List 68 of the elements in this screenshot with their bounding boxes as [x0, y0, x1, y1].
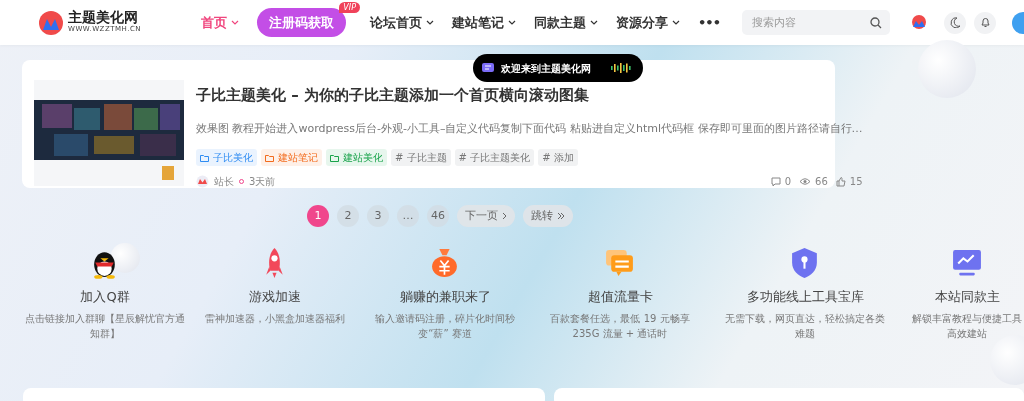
nav-link[interactable]: 建站笔记	[452, 12, 516, 33]
logo-icon	[910, 13, 928, 32]
caret-icon	[426, 20, 434, 25]
page-button[interactable]: 1	[307, 205, 329, 227]
caret-icon	[231, 20, 239, 25]
category-tag[interactable]: 建站笔记	[261, 149, 322, 166]
author-avatar-icon	[196, 175, 209, 188]
bell-icon	[979, 17, 991, 28]
chevron-icon	[502, 212, 507, 220]
author-name[interactable]: 站长	[214, 174, 234, 189]
next-page-button[interactable]: 下一页	[457, 205, 515, 227]
feature-description: 雷神加速器，小黑盒加速器福利	[205, 311, 345, 326]
feature-description: 百款套餐任选，最低 19 元畅享 235G 流量 + 通话时	[549, 311, 691, 341]
more-menu[interactable]: •••	[698, 12, 720, 33]
double-chevron-icon	[557, 212, 565, 220]
nav-link[interactable]: 论坛首页	[370, 12, 434, 33]
search-field[interactable]: 搜索内容	[741, 10, 890, 35]
folder-icon	[265, 153, 274, 162]
comment-icon	[770, 176, 781, 187]
feature-description: 点击链接加入群聊【星辰解忧官方通知群】	[25, 311, 185, 341]
page-button[interactable]: 2	[337, 205, 359, 227]
jump-button[interactable]: 跳转	[523, 205, 573, 227]
nav-link[interactable]: 首页	[201, 12, 239, 33]
folder-icon	[330, 153, 339, 162]
post-title[interactable]: 子比主题美化 – 为你的子比主题添加一个首页横向滚动图集	[196, 84, 863, 107]
caret-icon	[672, 20, 680, 25]
equalizer-icon	[611, 62, 631, 74]
category-tag[interactable]: 子比美化	[196, 149, 257, 166]
search-icon	[869, 17, 882, 29]
feature-title[interactable]: 游戏加速	[249, 287, 301, 307]
user-avatar[interactable]	[1012, 11, 1024, 34]
site-name: 主题美化网	[68, 10, 138, 25]
feature-title[interactable]: 多功能线上工具宝库	[746, 287, 864, 307]
vip-badge: VIP	[339, 1, 360, 14]
feature-title[interactable]: 本站同款主	[934, 287, 1000, 307]
topic-tag[interactable]: # 子比主题美化	[454, 149, 535, 166]
caret-icon	[508, 20, 516, 25]
feature-description: 解锁丰富教程与便捷工具高效建站	[911, 311, 1023, 341]
comment-count: 0	[784, 175, 792, 189]
view-count: 66	[815, 175, 828, 189]
nav-link[interactable]: 资源分享	[616, 12, 680, 33]
logo-icon	[38, 9, 64, 36]
welcome-toast: 欢迎来到主题美化网	[473, 54, 643, 82]
chat-icon	[604, 247, 636, 279]
moon-icon	[949, 17, 961, 28]
page-button[interactable]: …	[397, 205, 419, 227]
like-count: 15	[849, 175, 863, 189]
page-button[interactable]: 3	[367, 205, 389, 227]
chat-bubble-icon	[481, 61, 495, 75]
theme-toggle[interactable]	[944, 11, 966, 34]
page-button[interactable]: 46	[427, 205, 449, 227]
eye-icon	[799, 177, 812, 186]
feature-title[interactable]: 躺赚的兼职来了	[399, 287, 491, 307]
post-time: 3天前	[249, 175, 276, 189]
decorative-sphere	[110, 243, 140, 273]
feature-title[interactable]: 加入Q群	[80, 287, 130, 307]
topic-tag[interactable]: # 添加	[538, 149, 578, 166]
thumbs-up-icon	[835, 176, 846, 187]
topic-tag[interactable]: # 子比主题	[391, 149, 451, 166]
caret-icon	[590, 20, 598, 25]
post-excerpt: 效果图 教程开始进入wordpress后台-外观-小工具–自定义代码复制下面代码 粘贴进自定义html代码框 保存即可里面的图片路径请自行…	[196, 120, 863, 137]
feature-description: 输入邀请码注册，碎片化时间秒变“薪” 赛道	[374, 311, 516, 341]
feature-description: 无需下载，网页直达，轻松搞定各类难题	[725, 311, 885, 341]
folder-icon	[200, 153, 209, 162]
nav-link[interactable]: 同款主题	[534, 12, 598, 33]
feature-title[interactable]: 超值流量卡	[587, 287, 653, 307]
notification-button[interactable]	[974, 11, 996, 34]
category-tag[interactable]: 建站美化	[326, 149, 387, 166]
